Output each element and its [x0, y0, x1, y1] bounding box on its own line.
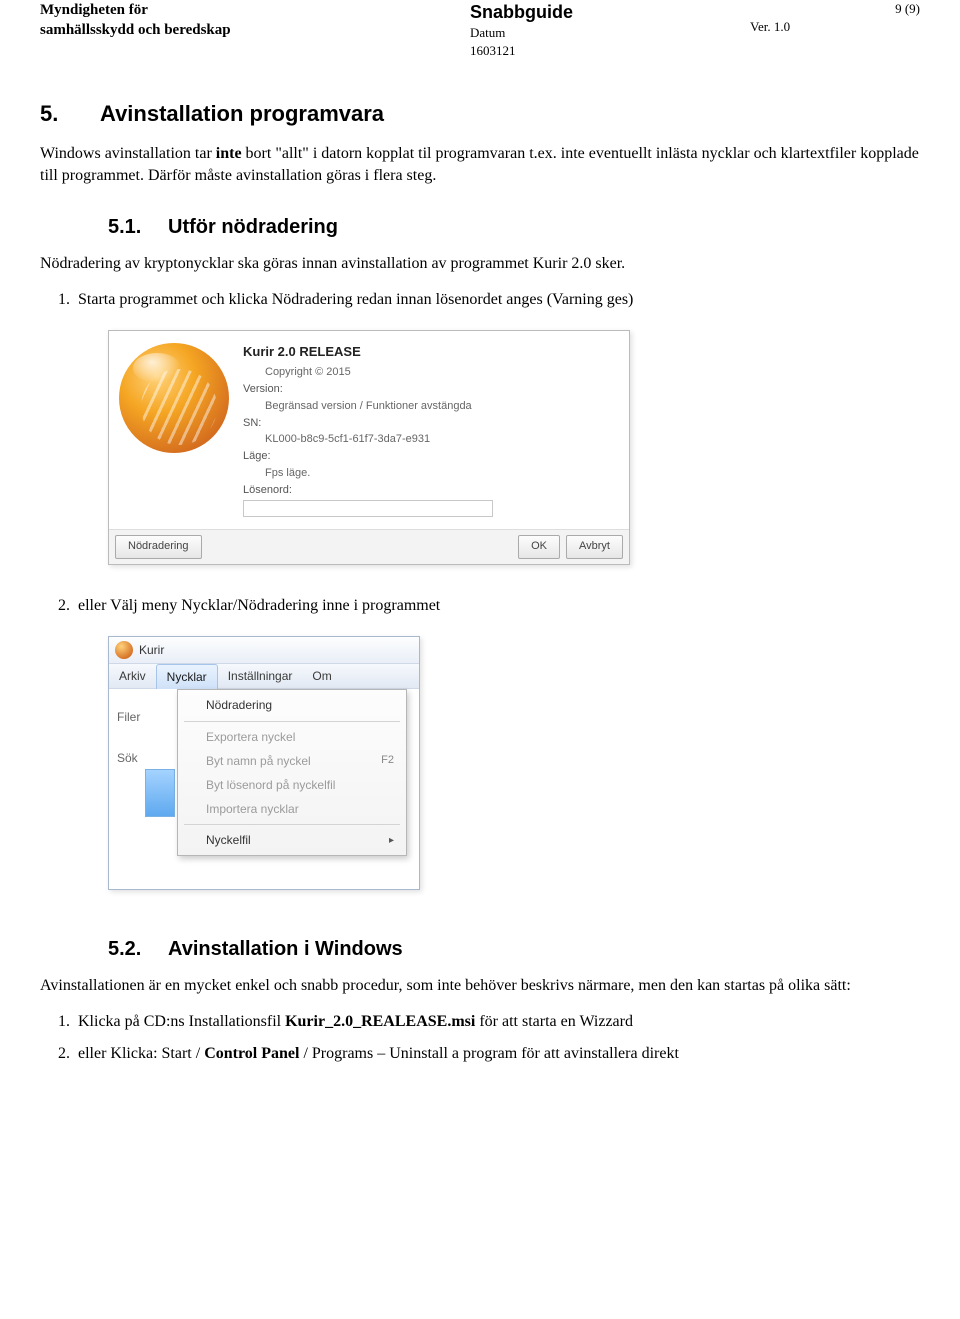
kurir-logo-icon — [115, 641, 133, 659]
app-title: Kurir — [139, 642, 164, 658]
org-line2: samhällsskydd och beredskap — [40, 20, 470, 40]
section-5-1-heading: 5.1.Utför nödradering — [108, 214, 920, 241]
page-header: Myndigheten för samhällsskydd och bereds… — [40, 0, 920, 59]
sidebar-sok[interactable]: Sök — [117, 750, 140, 766]
section-5-para: Windows avinstallation tar inte bort "al… — [40, 143, 920, 186]
nycklar-dropdown: Nödradering Exportera nyckel Byt namn på… — [177, 689, 407, 856]
app-sidebar: Filer Sök — [117, 709, 140, 789]
menu-arkiv[interactable]: Arkiv — [109, 664, 156, 688]
dialog-sn-value: KL000-b8c9-5cf1-61f7-3da7-e931 — [265, 432, 615, 447]
section-5-1-title: Utför nödradering — [168, 216, 338, 238]
app-body: Filer Sök Nödradering Exportera nyckel B… — [109, 689, 419, 889]
org-line1: Myndigheten för — [40, 0, 470, 20]
section-5-title: Avinstallation programvara — [100, 101, 384, 126]
menu-installningar[interactable]: Inställningar — [218, 664, 303, 688]
section-5-2-heading: 5.2.Avinstallation i Windows — [108, 936, 920, 963]
section-5-2-number: 5.2. — [108, 936, 168, 963]
section-5-number: 5. — [40, 99, 100, 129]
app-titlebar: Kurir — [109, 637, 419, 664]
menu-item-importera[interactable]: Importera nycklar — [180, 797, 404, 821]
list-item: eller Välj meny Nycklar/Nödradering inne… — [74, 595, 920, 617]
section-5-1-number: 5.1. — [108, 214, 168, 241]
selection-highlight — [145, 769, 175, 817]
header-version: Ver. 1.0 — [750, 0, 870, 35]
menu-separator — [184, 824, 400, 825]
list-item: eller Klicka: Start / Control Panel / Pr… — [74, 1043, 920, 1065]
menu-nycklar[interactable]: Nycklar — [156, 664, 218, 689]
section-5-1-list: Starta programmet och klicka Nödradering… — [74, 289, 920, 311]
section-5-2-title: Avinstallation i Windows — [168, 938, 403, 960]
version-text: Ver. 1.0 — [750, 18, 870, 36]
dialog-password-input[interactable] — [243, 500, 493, 517]
dialog-sn-label: SN: — [243, 416, 615, 431]
list-item: Klicka på CD:ns Installationsfil Kurir_2… — [74, 1011, 920, 1033]
org-name: Myndigheten för samhällsskydd och bereds… — [40, 0, 470, 41]
header-middle: Snabbguide Datum 1603121 — [470, 0, 750, 59]
sidebar-filer[interactable]: Filer — [117, 709, 140, 725]
dialog-version-value: Begränsad version / Funktioner avstängda — [265, 399, 615, 414]
kurir-login-dialog: Kurir 2.0 RELEASE Copyright © 2015 Versi… — [108, 330, 630, 564]
shortcut-label: F2 — [381, 753, 394, 768]
section-5-1-list-cont: eller Välj meny Nycklar/Nödradering inne… — [74, 595, 920, 617]
section-5-2-list: Klicka på CD:ns Installationsfil Kurir_2… — [74, 1011, 920, 1064]
dialog-title: Kurir 2.0 RELEASE — [243, 343, 615, 361]
section-5-1-para: Nödradering av kryptonycklar ska göras i… — [40, 253, 920, 275]
menu-separator — [184, 721, 400, 722]
app-menubar: Arkiv Nycklar Inställningar Om — [109, 664, 419, 689]
dialog-password-label: Lösenord: — [243, 483, 615, 498]
nodradering-button[interactable]: Nödradering — [115, 535, 202, 559]
kurir-app-window: Kurir Arkiv Nycklar Inställningar Om Fil… — [108, 636, 420, 890]
cancel-button[interactable]: Avbryt — [566, 535, 623, 559]
menu-item-nodradering[interactable]: Nödradering — [180, 693, 404, 717]
doc-date-value: 1603121 — [470, 42, 750, 60]
menu-om[interactable]: Om — [302, 664, 341, 688]
menu-item-bytlosen[interactable]: Byt lösenord på nyckelfil — [180, 773, 404, 797]
dialog-lage-label: Läge: — [243, 449, 615, 464]
page-number: 9 (9) — [870, 0, 920, 18]
dialog-copyright: Copyright © 2015 — [265, 365, 615, 380]
doc-title: Snabbguide — [470, 0, 750, 24]
dialog-version-label: Version: — [243, 382, 615, 397]
submenu-arrow-icon: ▸ — [389, 834, 394, 848]
menu-item-exportera[interactable]: Exportera nyckel — [180, 725, 404, 749]
menu-item-bytnamn[interactable]: Byt namn på nyckel F2 — [180, 749, 404, 773]
section-5-2-para: Avinstallationen är en mycket enkel och … — [40, 975, 920, 997]
dialog-lage-value: Fps läge. — [265, 466, 615, 481]
doc-date-label: Datum — [470, 24, 750, 42]
ok-button[interactable]: OK — [518, 535, 560, 559]
list-item: Starta programmet och klicka Nödradering… — [74, 289, 920, 311]
kurir-logo-icon — [119, 343, 229, 453]
dialog-footer: Nödradering OK Avbryt — [109, 529, 629, 564]
section-5-heading: 5.Avinstallation programvara — [40, 99, 920, 129]
menu-item-nyckelfil[interactable]: Nyckelfil ▸ — [180, 828, 404, 852]
